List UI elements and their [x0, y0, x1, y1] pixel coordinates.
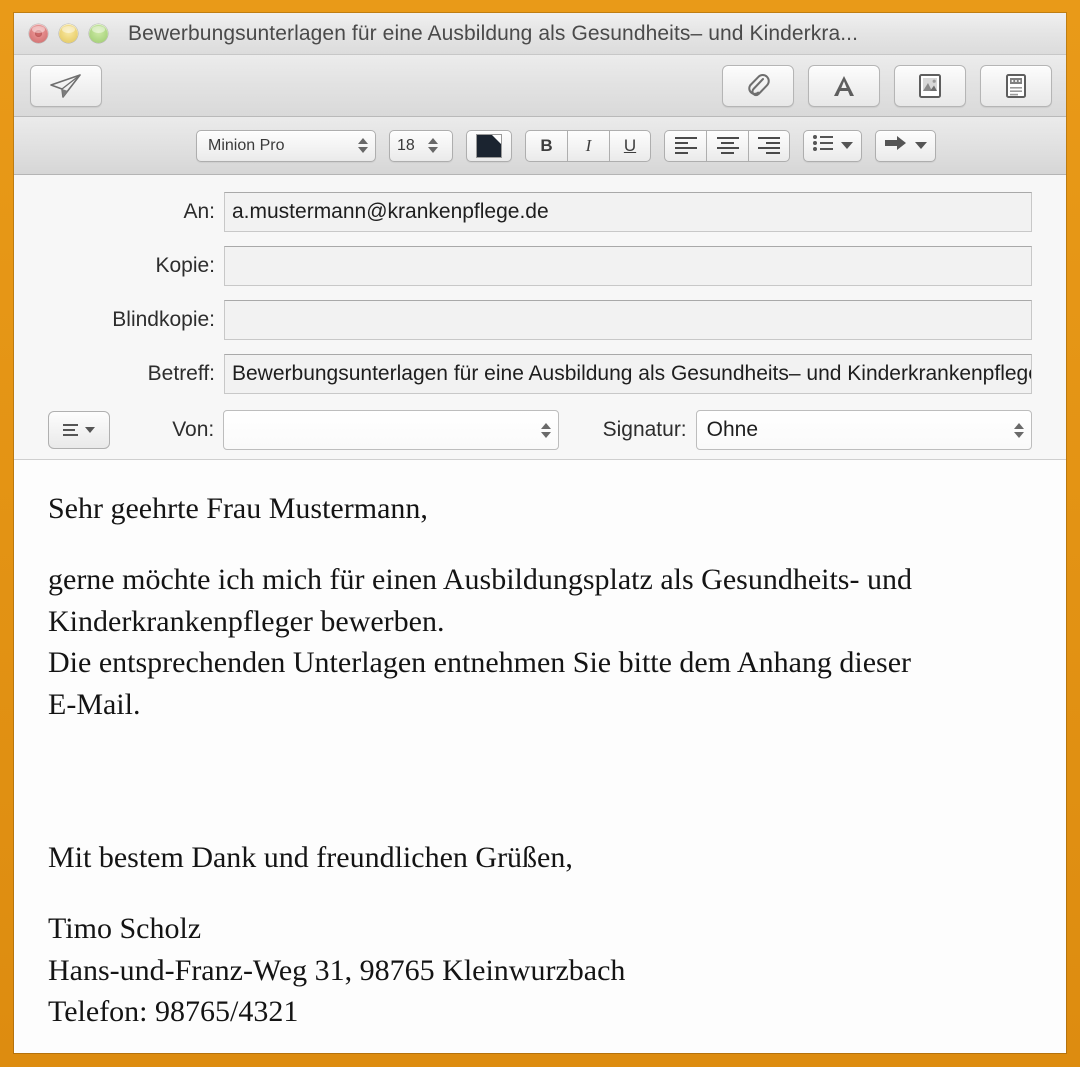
align-left-icon [674, 137, 697, 154]
cc-input[interactable] [224, 246, 1032, 286]
bullet-list-icon [812, 134, 834, 157]
bcc-row: Blindkopie: [48, 293, 1032, 347]
text-color-button[interactable] [466, 129, 512, 162]
underline-button[interactable]: U [609, 129, 651, 162]
bcc-input[interactable] [224, 300, 1032, 340]
body-paragraph1-line1: gerne möchte ich mich für einen Ausbildu… [48, 563, 912, 597]
align-center-button[interactable] [706, 129, 748, 162]
font-family-value: Minion Pro [208, 136, 285, 154]
from-stepper-icon [540, 422, 551, 438]
cc-row: Kopie: [48, 239, 1032, 293]
subject-input[interactable]: Bewerbungsunterlagen für eine Ausbildung… [224, 354, 1032, 394]
zoom-button[interactable] [89, 24, 108, 43]
photo-browser-button[interactable] [894, 64, 966, 107]
font-size-value: 18 [397, 136, 415, 154]
mail-compose-window: Bewerbungsunterlagen für eine Ausbildung… [14, 13, 1066, 1053]
subject-label: Betreff: [147, 362, 215, 385]
bcc-label: Blindkopie: [112, 308, 215, 331]
chevron-down-icon [84, 427, 95, 433]
font-a-icon [831, 72, 857, 100]
window-title: Bewerbungsunterlagen für eine Ausbildung… [128, 21, 859, 45]
signature-label: Signatur: [602, 418, 687, 441]
align-left-button[interactable] [664, 129, 706, 162]
arrow-right-icon [884, 134, 908, 157]
body-salutation: Sehr geehrte Frau Mustermann, [48, 492, 428, 525]
fonts-button[interactable] [808, 64, 880, 107]
list-button[interactable] [803, 129, 862, 162]
send-button[interactable] [30, 64, 102, 107]
body-closing: Mit bestem Dank und freundlichen Grüßen, [48, 840, 573, 874]
minimize-button[interactable] [59, 24, 78, 43]
to-input[interactable]: a.mustermann@krankenpflege.de [224, 192, 1032, 232]
cc-label: Kopie: [155, 254, 215, 277]
chevron-down-icon [915, 142, 927, 149]
from-label: Von: [172, 418, 215, 441]
window-controls [29, 24, 108, 43]
stationery-button[interactable] [980, 64, 1052, 107]
header-fields-menu-button[interactable] [48, 411, 110, 449]
send-icon [49, 72, 83, 100]
to-row: An: a.mustermann@krankenpflege.de [48, 185, 1032, 239]
align-right-button[interactable] [748, 129, 790, 162]
stationery-icon [1002, 72, 1030, 100]
from-select[interactable] [223, 410, 559, 450]
titlebar: Bewerbungsunterlagen für eine Ausbildung… [14, 13, 1066, 55]
attach-button[interactable] [722, 64, 794, 107]
body-paragraph2-line2: E-Mail. [48, 687, 141, 721]
font-family-select[interactable]: Minion Pro [196, 129, 376, 162]
align-right-icon [758, 137, 780, 154]
to-label: An: [183, 200, 215, 223]
message-body[interactable]: Sehr geehrte Frau Mustermann, gerne möch… [14, 460, 1066, 1053]
paperclip-icon [745, 72, 771, 100]
color-swatch-icon [476, 133, 502, 158]
header-fields: An: a.mustermann@krankenpflege.de Kopie:… [14, 175, 1066, 460]
close-button[interactable] [29, 24, 48, 43]
signature-name: Timo Scholz [48, 912, 202, 946]
body-paragraph1-line2: Kinderkrankenpfleger bewerben. [48, 604, 445, 638]
bold-button[interactable]: B [525, 129, 567, 162]
italic-button[interactable]: I [567, 129, 609, 162]
signature-select[interactable]: Ohne [695, 410, 1032, 450]
signature-stepper-icon [1014, 422, 1024, 438]
format-bar: Minion Pro 18 B I U [14, 117, 1066, 175]
signature-value: Ohne [706, 418, 759, 441]
photo-icon [916, 72, 944, 100]
body-paragraph2-line1: Die entsprechenden Unterlagen entnehmen … [48, 646, 912, 680]
font-size-select[interactable]: 18 [389, 129, 453, 162]
from-row: Von: Signatur: Ohne [48, 401, 1032, 459]
signature-phone: Telefon: 98765/4321 [48, 995, 299, 1029]
indent-button[interactable] [875, 129, 936, 162]
alignment-group [664, 129, 790, 162]
toolbar-right-group [722, 64, 1052, 107]
text-style-group: B I U [525, 129, 651, 162]
hamburger-icon [62, 424, 78, 436]
font-family-stepper-icon [358, 138, 368, 153]
font-size-stepper-icon [428, 138, 438, 153]
align-center-icon [716, 137, 739, 154]
toolbar [14, 55, 1066, 117]
chevron-down-icon [841, 142, 853, 149]
orange-frame: Bewerbungsunterlagen für eine Ausbildung… [0, 0, 1080, 1067]
signature-address: Hans-und-Franz-Weg 31, 98765 Kleinwurzba… [48, 953, 626, 987]
subject-row: Betreff: Bewerbungsunterlagen für eine A… [48, 347, 1032, 401]
